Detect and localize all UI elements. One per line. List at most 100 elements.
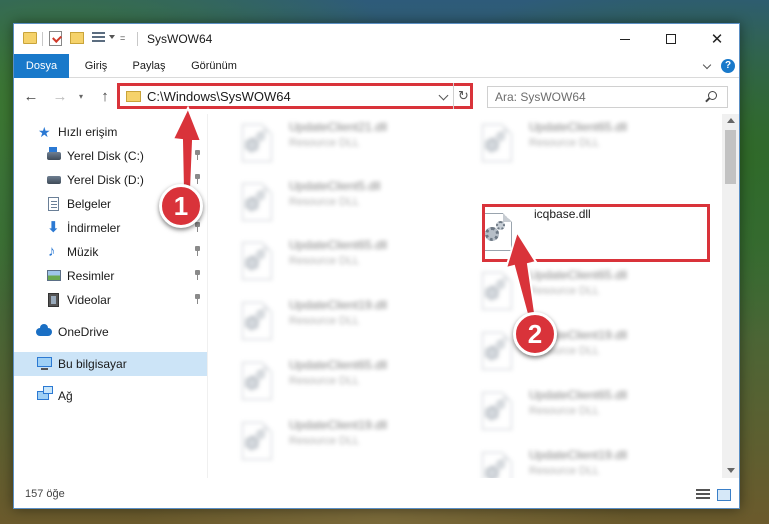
search-placeholder: Ara: SysWOW64 <box>495 90 586 104</box>
file-name: UpdateClient19.dll <box>529 448 628 462</box>
file-name: UpdateClient5.dll <box>289 179 381 193</box>
details-view-icon[interactable] <box>696 489 710 501</box>
dll-file-icon <box>238 124 276 166</box>
sidebar-item-quick-access[interactable]: ★ Hızlı erişim <box>14 120 207 144</box>
help-icon[interactable]: ? <box>721 59 735 73</box>
new-folder-icon[interactable] <box>70 32 84 44</box>
sidebar-item-label: Belgeler <box>67 197 112 211</box>
back-button[interactable]: ← <box>22 87 40 105</box>
sidebar-item-music[interactable]: ♪ Müzik <box>14 240 207 264</box>
maximize-icon <box>666 34 676 44</box>
navigation-bar: ← → ▾ ↑ C:\Windows\SysWOW64 ↻ Ara: SysWO… <box>14 78 739 114</box>
properties-icon[interactable] <box>49 31 62 46</box>
list-item[interactable]: UpdateClient65.dll Resource DLL <box>228 234 458 284</box>
search-icon[interactable] <box>708 91 717 100</box>
sidebar-item-onedrive[interactable]: OneDrive <box>14 320 207 344</box>
disk-c-icon <box>47 147 61 160</box>
explorer-window: = SysWOW64 ✕ Dosya Giriş Paylaş Görünüm … <box>13 23 740 509</box>
dll-file-icon <box>478 272 516 314</box>
onedrive-icon <box>36 324 52 336</box>
pin-icon[interactable] <box>194 150 202 160</box>
list-item[interactable]: UpdateClient19.dll Resource DLL <box>228 414 458 464</box>
pictures-icon <box>47 270 61 281</box>
pin-icon[interactable] <box>194 222 202 232</box>
close-icon: ✕ <box>710 30 724 48</box>
file-type: Resource DLL <box>289 375 360 387</box>
list-item[interactable]: UpdateClient21.dll Resource DLL <box>228 116 458 166</box>
list-item[interactable]: UpdateClient19.dll Resource DLL <box>228 294 458 344</box>
title-divider <box>137 32 138 46</box>
tab-view[interactable]: Görünüm <box>180 54 248 78</box>
file-type: Resource DLL <box>529 465 600 477</box>
sidebar-item-disk-c[interactable]: Yerel Disk (C:) <box>14 144 207 168</box>
refresh-button[interactable]: ↻ <box>453 83 473 109</box>
minimize-button[interactable] <box>602 24 648 54</box>
list-item[interactable]: UpdateClient65.dll Resource DLL <box>228 354 458 404</box>
downloads-icon: ⬇ <box>47 219 60 236</box>
file-name: UpdateClient65.dll <box>529 268 628 282</box>
address-path[interactable]: C:\Windows\SysWOW64 <box>147 89 291 104</box>
up-button[interactable]: ↑ <box>96 87 114 105</box>
file-name: UpdateClient65.dll <box>289 238 388 252</box>
computer-icon <box>37 357 52 370</box>
pin-icon[interactable] <box>194 174 202 184</box>
vertical-scrollbar[interactable] <box>722 114 739 478</box>
sidebar-item-label: Videolar <box>67 293 111 307</box>
sidebar-item-network[interactable]: Ağ <box>14 384 207 408</box>
expand-ribbon-icon[interactable] <box>703 60 713 70</box>
list-item[interactable]: UpdateClient19.dll Resource DLL <box>468 324 698 374</box>
videos-icon <box>48 293 59 307</box>
search-input[interactable]: Ara: SysWOW64 <box>487 86 728 108</box>
large-icons-view-icon[interactable] <box>717 489 731 501</box>
file-type: Resource DLL <box>529 285 600 297</box>
scroll-thumb[interactable] <box>725 130 736 184</box>
scroll-down-icon[interactable] <box>727 468 735 473</box>
customize-toolbar-button[interactable]: = <box>120 33 125 43</box>
tab-home[interactable]: Giriş <box>74 54 118 78</box>
forward-button[interactable]: → <box>51 87 69 105</box>
dll-file-icon <box>238 242 276 284</box>
list-item[interactable]: UpdateClient19.dll Resource DLL <box>468 444 698 478</box>
chevron-down-icon[interactable] <box>109 35 115 39</box>
address-bar[interactable]: C:\Windows\SysWOW64 ↻ <box>117 83 473 109</box>
file-type: Resource DLL <box>289 196 360 208</box>
pane-divider[interactable] <box>207 114 208 478</box>
dll-file-icon <box>238 422 276 464</box>
file-type: Resource DLL <box>289 435 360 447</box>
sidebar-item-videos[interactable]: Videolar <box>14 288 207 312</box>
tab-share[interactable]: Paylaş <box>123 54 175 78</box>
step-1-badge: 1 <box>159 184 203 228</box>
list-item[interactable]: UpdateClient65.dll Resource DLL <box>468 116 698 166</box>
file-type: Resource DLL <box>289 137 360 149</box>
sidebar-item-pictures[interactable]: Resimler <box>14 264 207 288</box>
file-type: Resource DLL <box>529 405 600 417</box>
pin-icon[interactable] <box>194 246 202 256</box>
network-icon <box>37 386 53 400</box>
list-item[interactable]: UpdateClient5.dll Resource DLL <box>228 175 458 225</box>
list-item[interactable]: UpdateClient65.dll Resource DLL <box>468 264 698 314</box>
maximize-button[interactable] <box>648 24 694 54</box>
sidebar-item-label: Bu bilgisayar <box>58 357 127 371</box>
close-button[interactable]: ✕ <box>694 24 739 54</box>
folder-icon <box>23 32 37 44</box>
recent-locations-button[interactable]: ▾ <box>76 87 86 105</box>
sidebar-item-this-pc[interactable]: Bu bilgisayar <box>14 352 207 376</box>
tab-file[interactable]: Dosya <box>14 54 69 78</box>
window-title: SysWOW64 <box>147 32 213 46</box>
dll-file-icon <box>238 183 276 225</box>
view-list-icon[interactable] <box>92 32 105 44</box>
pin-icon[interactable] <box>194 294 202 304</box>
sidebar-item-label: Hızlı erişim <box>58 125 118 139</box>
list-item[interactable]: UpdateClient65.dll Resource DLL <box>468 384 698 434</box>
file-name: UpdateClient19.dll <box>289 298 388 312</box>
sidebar-item-label: Ağ <box>58 389 73 403</box>
pin-icon[interactable] <box>194 270 202 280</box>
step-2-badge: 2 <box>513 312 557 356</box>
dll-file-icon <box>478 332 516 374</box>
scroll-up-icon[interactable] <box>727 118 735 123</box>
chevron-down-icon[interactable] <box>438 90 449 101</box>
ribbon-tabs: Dosya Giriş Paylaş Görünüm ? <box>14 54 739 78</box>
dll-file-icon <box>238 302 276 344</box>
navigation-pane: ★ Hızlı erişim Yerel Disk (C:) Yerel Dis… <box>14 114 207 478</box>
sidebar-item-label: İndirmeler <box>67 221 121 235</box>
